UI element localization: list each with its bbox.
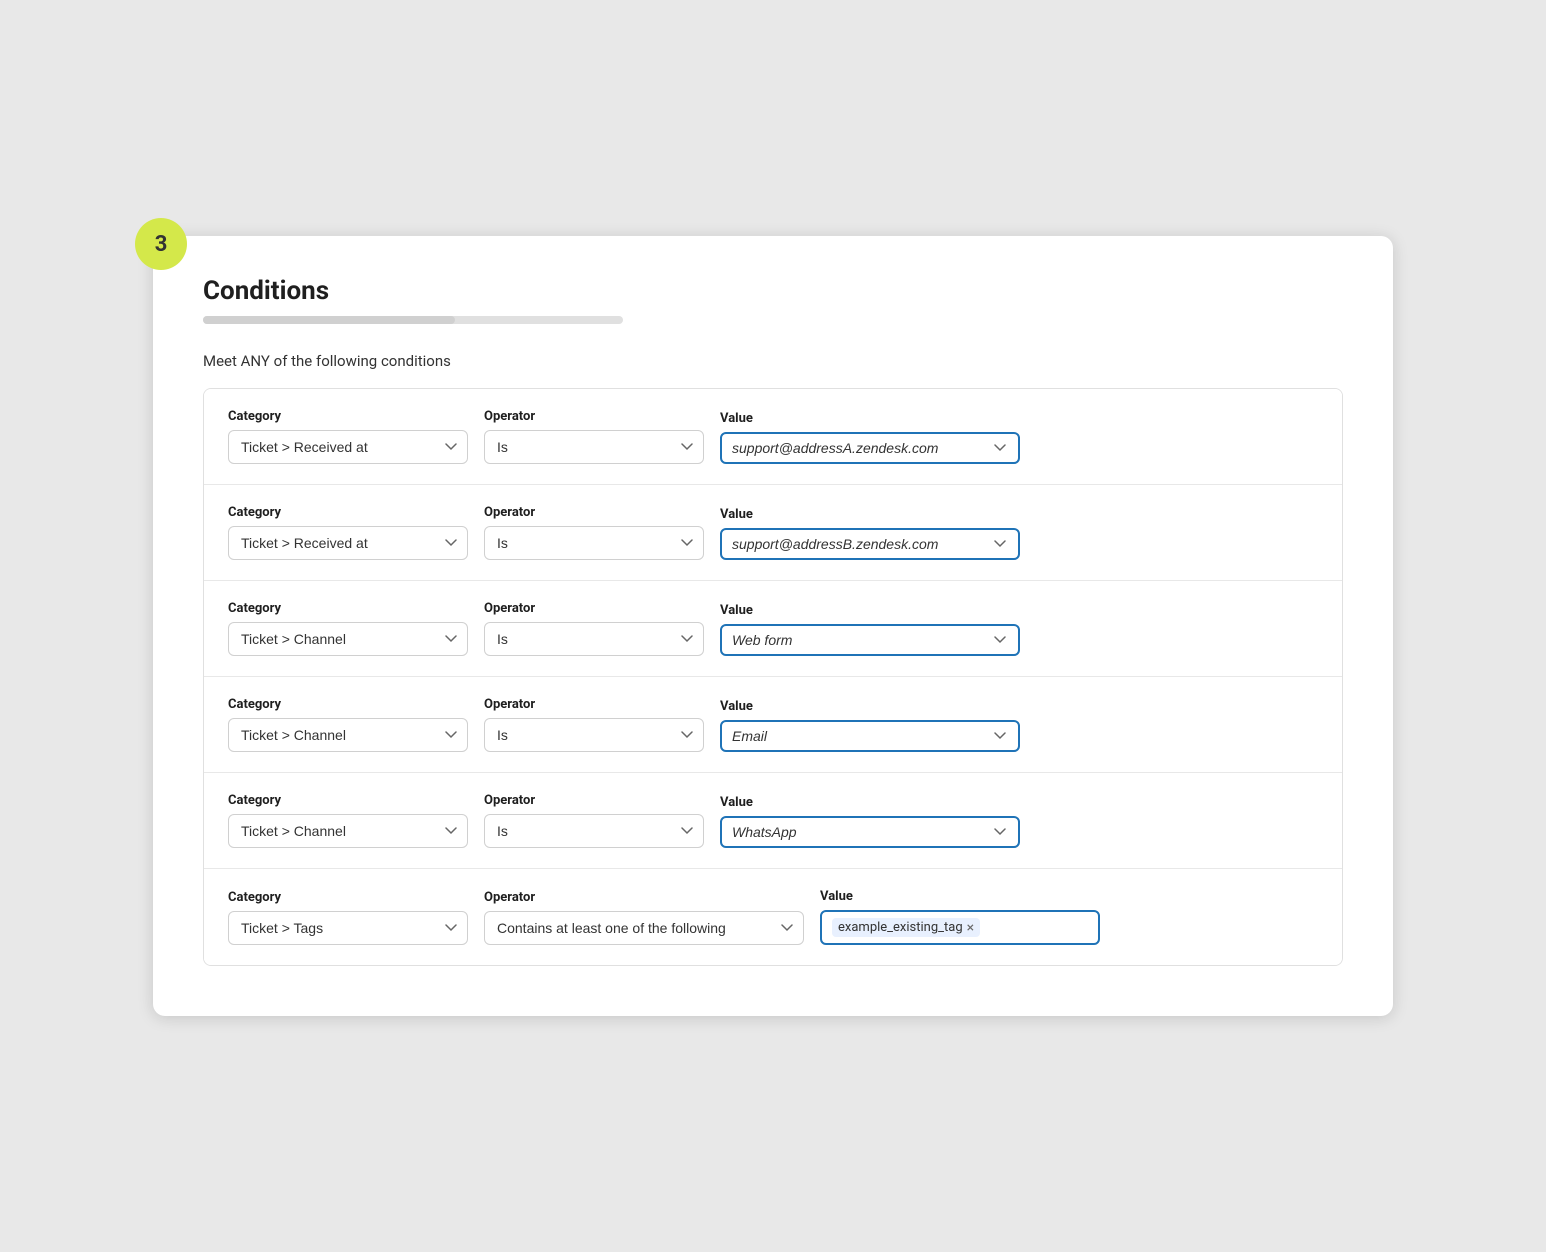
value-select-2[interactable]: support@addressB.zendesk.com xyxy=(732,536,1008,552)
category-select-3[interactable]: Ticket > Channel xyxy=(228,622,468,656)
category-label-6: Category xyxy=(228,890,468,905)
value-label-1: Value xyxy=(720,411,1020,426)
progress-bar-fill xyxy=(203,316,455,324)
operator-label-4: Operator xyxy=(484,697,704,712)
category-select-1[interactable]: Ticket > Received at xyxy=(228,430,468,464)
operator-label-3: Operator xyxy=(484,601,704,616)
operator-label-5: Operator xyxy=(484,793,704,808)
operator-select-5[interactable]: Is xyxy=(484,814,704,848)
operator-group-5: Operator Is xyxy=(484,793,704,848)
value-group-1: Value support@addressA.zendesk.com xyxy=(720,411,1020,464)
category-select-5[interactable]: Ticket > Channel xyxy=(228,814,468,848)
condition-row: Category Ticket > Channel Operator Is Va… xyxy=(204,581,1342,677)
value-group-2: Value support@addressB.zendesk.com xyxy=(720,507,1020,560)
page-title: Conditions xyxy=(203,276,1343,306)
value-select-4[interactable]: Email xyxy=(732,728,1008,744)
value-label-3: Value xyxy=(720,603,1020,618)
category-group-4: Category Ticket > Channel xyxy=(228,697,468,752)
value-label-4: Value xyxy=(720,699,1020,714)
condition-row: Category Ticket > Received at Operator I… xyxy=(204,485,1342,581)
value-select-1[interactable]: support@addressA.zendesk.com xyxy=(732,440,1008,456)
category-group-1: Category Ticket > Received at xyxy=(228,409,468,464)
value-group-6: Value example_existing_tag × xyxy=(820,889,1100,945)
operator-group-6: Operator Contains at least one of the fo… xyxy=(484,890,804,945)
tag-chip: example_existing_tag × xyxy=(832,918,980,937)
category-label-2: Category xyxy=(228,505,468,520)
value-select-5[interactable]: WhatsApp xyxy=(732,824,1008,840)
conditions-panel: 3 Conditions Meet ANY of the following c… xyxy=(153,236,1393,1016)
value-group-3: Value Web form xyxy=(720,603,1020,656)
conditions-list: Category Ticket > Received at Operator I… xyxy=(203,388,1343,966)
value-label-5: Value xyxy=(720,795,1020,810)
operator-select-6[interactable]: Contains at least one of the following xyxy=(484,911,804,945)
operator-select-3[interactable]: Is xyxy=(484,622,704,656)
operator-label-1: Operator xyxy=(484,409,704,424)
step-badge: 3 xyxy=(135,218,187,270)
value-container-3[interactable]: Web form xyxy=(720,624,1020,656)
operator-select-4[interactable]: Is xyxy=(484,718,704,752)
condition-row: Category Ticket > Channel Operator Is Va… xyxy=(204,677,1342,773)
operator-group-2: Operator Is xyxy=(484,505,704,560)
category-select-4[interactable]: Ticket > Channel xyxy=(228,718,468,752)
tag-chip-remove-button[interactable]: × xyxy=(967,921,974,935)
operator-select-1[interactable]: Is xyxy=(484,430,704,464)
category-group-6: Category Ticket > Tags xyxy=(228,890,468,945)
category-label-5: Category xyxy=(228,793,468,808)
operator-select-2[interactable]: Is xyxy=(484,526,704,560)
value-container-2[interactable]: support@addressB.zendesk.com xyxy=(720,528,1020,560)
operator-group-3: Operator Is xyxy=(484,601,704,656)
value-container-4[interactable]: Email xyxy=(720,720,1020,752)
category-select-2[interactable]: Ticket > Received at xyxy=(228,526,468,560)
category-label-4: Category xyxy=(228,697,468,712)
operator-group-1: Operator Is xyxy=(484,409,704,464)
meet-any-label: Meet ANY of the following conditions xyxy=(203,352,1343,370)
operator-label-2: Operator xyxy=(484,505,704,520)
value-group-4: Value Email xyxy=(720,699,1020,752)
value-select-3[interactable]: Web form xyxy=(732,632,1008,648)
category-label-3: Category xyxy=(228,601,468,616)
operator-label-6: Operator xyxy=(484,890,804,905)
progress-bar xyxy=(203,316,623,324)
condition-row: Category Ticket > Channel Operator Is Va… xyxy=(204,773,1342,869)
category-group-5: Category Ticket > Channel xyxy=(228,793,468,848)
category-select-6[interactable]: Ticket > Tags xyxy=(228,911,468,945)
tag-chip-text: example_existing_tag xyxy=(838,920,963,935)
value-container-5[interactable]: WhatsApp xyxy=(720,816,1020,848)
condition-row: Category Ticket > Tags Operator Contains… xyxy=(204,869,1342,965)
value-container-1[interactable]: support@addressA.zendesk.com xyxy=(720,432,1020,464)
value-label-2: Value xyxy=(720,507,1020,522)
value-container-6[interactable]: example_existing_tag × xyxy=(820,910,1100,945)
category-label-1: Category xyxy=(228,409,468,424)
value-group-5: Value WhatsApp xyxy=(720,795,1020,848)
category-group-3: Category Ticket > Channel xyxy=(228,601,468,656)
operator-group-4: Operator Is xyxy=(484,697,704,752)
value-label-6: Value xyxy=(820,889,1100,904)
condition-row: Category Ticket > Received at Operator I… xyxy=(204,389,1342,485)
category-group-2: Category Ticket > Received at xyxy=(228,505,468,560)
